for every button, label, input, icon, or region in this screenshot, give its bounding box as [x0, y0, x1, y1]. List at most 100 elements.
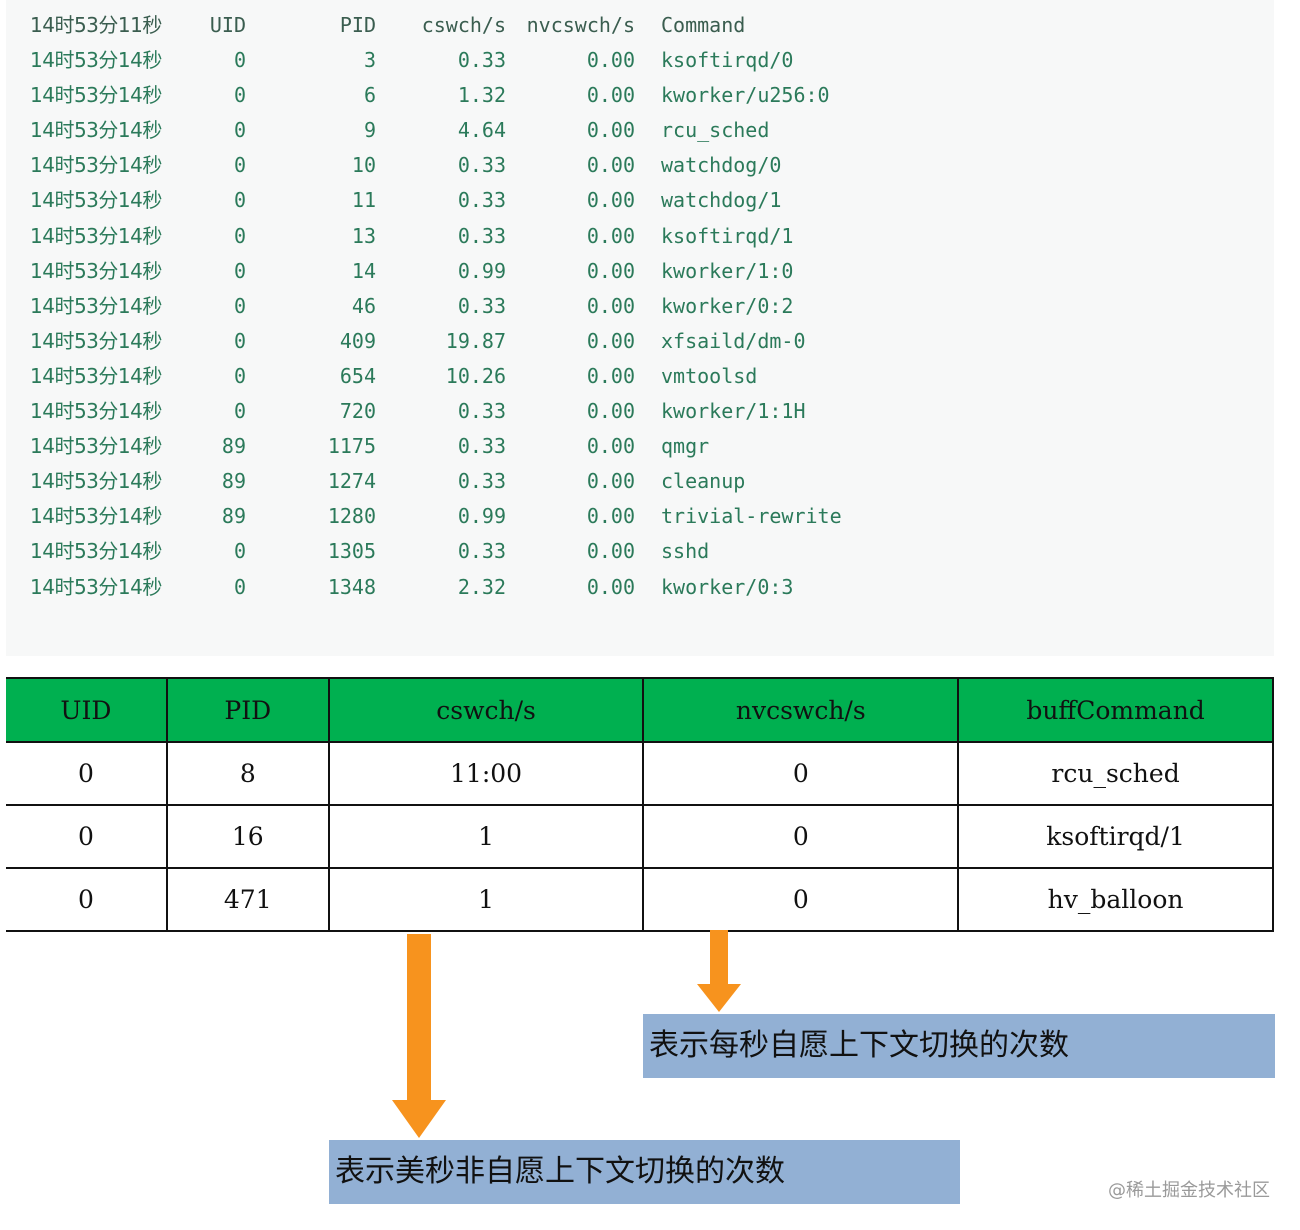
row-time: 14时53分14秒	[30, 188, 162, 213]
row-command: trivial-rewrite	[661, 504, 842, 529]
terminal-output: 14时53分11秒 UID PID cswch/s nvcswch/s Comm…	[6, 0, 1274, 656]
table-row: 0 471 1 0 hv_balloon	[6, 867, 1274, 932]
row-cswch: 0.33	[457, 188, 506, 213]
row-cswch: 1.32	[457, 83, 506, 108]
row-time: 14时53分14秒	[30, 399, 162, 423]
row-cswch: 19.87	[445, 328, 506, 353]
row-command: ksoftirqd/1	[661, 223, 794, 248]
row-uid: 0	[233, 328, 246, 353]
summary-table: UID PID cswch/s nvcswch/s buffCommand 0 …	[6, 677, 1274, 932]
row-nvcswch: 0.00	[586, 363, 635, 388]
row-pid: 1274	[327, 469, 376, 494]
row-cswch: 0.33	[457, 539, 506, 564]
row-pid: 10	[351, 153, 376, 178]
row-pid: 409	[339, 328, 376, 353]
arrow-down-icon	[392, 934, 446, 1138]
row-time: 14时53分14秒	[30, 539, 162, 564]
summary-header-pid: PID	[165, 677, 330, 743]
header-time: 14时53分11秒	[30, 13, 162, 37]
row-cswch: 0.33	[457, 434, 506, 459]
row-nvcswch: 0.00	[586, 539, 635, 564]
row-time: 14时53分14秒	[30, 223, 162, 248]
row-uid: 0	[233, 574, 246, 599]
table-cell: 16	[165, 804, 330, 869]
row-command: kworker/u256:0	[661, 83, 830, 108]
row-command: kworker/0:2	[661, 293, 794, 318]
row-time: 14时53分14秒	[30, 153, 162, 178]
row-command: qmgr	[661, 434, 710, 459]
row-uid: 0	[233, 539, 246, 564]
table-cell: 0	[6, 867, 168, 932]
list-item: 14时53分14秒 89 1280 0.99 0.00 trivial-rewrite	[6, 499, 1274, 534]
table-cell: hv_balloon	[957, 867, 1274, 932]
table-cell: 8	[165, 741, 330, 806]
list-item: 14时53分14秒 0 6 1.32 0.00 kworker/u256:0	[6, 78, 1274, 113]
summary-header-uid: UID	[6, 677, 168, 743]
row-command: watchdog/0	[661, 153, 782, 178]
row-uid: 0	[233, 188, 246, 213]
row-uid: 0	[233, 399, 246, 423]
row-nvcswch: 0.00	[586, 258, 635, 283]
list-item: 14时53分14秒 89 1274 0.33 0.00 cleanup	[6, 464, 1274, 499]
row-command: xfsaild/dm-0	[661, 328, 806, 353]
row-pid: 11	[351, 188, 376, 213]
row-command: vmtoolsd	[661, 363, 758, 388]
table-row: 0 8 11:00 0 rcu_sched	[6, 741, 1274, 806]
table-cell: 1	[327, 867, 645, 932]
list-item: 14时53分14秒 0 13 0.33 0.00 ksoftirqd/1	[6, 219, 1274, 254]
row-time: 14时53分14秒	[30, 469, 162, 494]
row-nvcswch: 0.00	[586, 48, 635, 72]
row-cswch: 0.33	[457, 48, 506, 72]
list-item: 14时53分14秒 0 1305 0.33 0.00 sshd	[6, 534, 1274, 569]
row-pid: 1175	[327, 434, 376, 459]
row-pid: 3	[363, 48, 376, 72]
table-cell: 0	[642, 741, 960, 806]
table-cell: 471	[165, 867, 330, 932]
watermark: @稀土掘金技术社区	[1108, 1180, 1270, 1201]
table-cell: rcu_sched	[957, 741, 1274, 806]
row-pid: 6	[363, 83, 376, 108]
row-cswch: 0.33	[457, 223, 506, 248]
row-nvcswch: 0.00	[586, 469, 635, 494]
row-pid: 1280	[327, 504, 376, 529]
row-cswch: 0.33	[457, 293, 506, 318]
row-command: rcu_sched	[661, 118, 770, 143]
row-time: 14时53分14秒	[30, 504, 162, 529]
row-nvcswch: 0.00	[586, 293, 635, 318]
table-cell: 1	[327, 804, 645, 869]
row-cswch: 10.26	[445, 363, 506, 388]
row-pid: 9	[363, 118, 376, 143]
row-pid: 14	[351, 258, 376, 283]
involuntary-switch-callout: 表示美秒非自愿上下文切换的次数	[329, 1140, 960, 1204]
table-cell: ksoftirqd/1	[957, 804, 1274, 869]
row-uid: 0	[233, 293, 246, 318]
header-uid: UID	[209, 13, 246, 37]
row-nvcswch: 0.00	[586, 153, 635, 178]
list-item: 14时53分14秒 0 409 19.87 0.00 xfsaild/dm-0	[6, 324, 1274, 359]
row-cswch: 0.33	[457, 399, 506, 423]
table-cell: 0	[6, 804, 168, 869]
row-cswch: 2.32	[457, 574, 506, 599]
list-item: 14时53分14秒 0 654 10.26 0.00 vmtoolsd	[6, 359, 1274, 394]
table-cell: 0	[642, 804, 960, 869]
row-time: 14时53分14秒	[30, 258, 162, 283]
list-item: 14时53分14秒 0 720 0.33 0.00 kworker/1:1H	[6, 394, 1274, 429]
table-cell: 11:00	[327, 741, 645, 806]
row-pid: 13	[351, 223, 376, 248]
row-nvcswch: 0.00	[586, 118, 635, 143]
arrow-down-icon	[697, 930, 741, 1012]
row-nvcswch: 0.00	[586, 504, 635, 529]
row-nvcswch: 0.00	[586, 434, 635, 459]
terminal-header-row: 14时53分11秒 UID PID cswch/s nvcswch/s Comm…	[6, 8, 1274, 43]
row-uid: 89	[221, 504, 246, 529]
row-uid: 0	[233, 258, 246, 283]
row-command: sshd	[661, 539, 710, 564]
row-command: kworker/1:1H	[661, 399, 806, 423]
table-cell: 0	[6, 741, 168, 806]
row-nvcswch: 0.00	[586, 83, 635, 108]
row-cswch: 0.33	[457, 153, 506, 178]
header-command: Command	[661, 13, 746, 37]
row-cswch: 0.99	[457, 258, 506, 283]
table-row: 0 16 1 0 ksoftirqd/1	[6, 804, 1274, 869]
header-pid: PID	[339, 13, 376, 37]
